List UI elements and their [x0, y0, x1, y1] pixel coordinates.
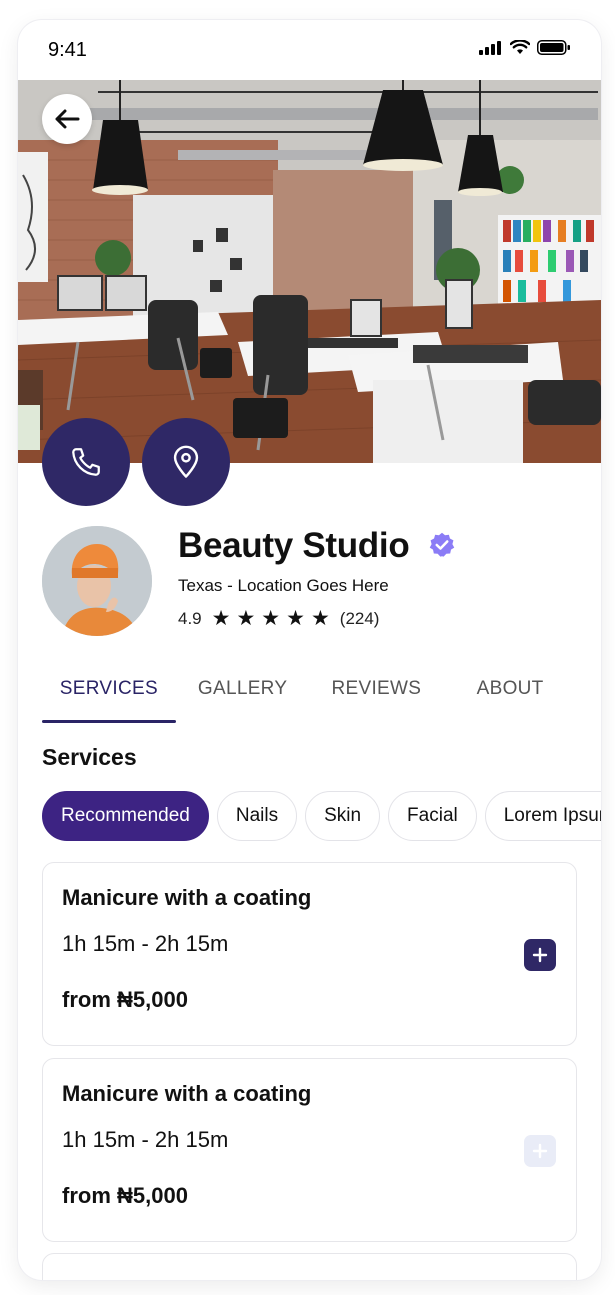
rating-value: 4.9	[178, 608, 202, 628]
phone-screen: 9:41 Beauty Studio Texas - Location Goes…	[18, 20, 601, 1280]
plus-icon	[532, 1143, 548, 1159]
status-icons	[479, 40, 571, 55]
back-button[interactable]	[42, 94, 92, 144]
plus-icon	[532, 947, 548, 963]
star-icon: ★	[236, 607, 256, 630]
verified-badge-icon	[429, 532, 455, 557]
business-location: Texas - Location Goes Here	[178, 576, 389, 595]
star-icon: ★	[286, 607, 305, 630]
hero-image	[18, 80, 601, 463]
call-button[interactable]	[42, 418, 130, 506]
tab-gallery[interactable]: GALLERY	[176, 670, 310, 724]
tab-services[interactable]: SERVICES	[42, 670, 176, 724]
service-title: Manicure with a coating	[62, 885, 312, 910]
service-title: Manicure with a coating	[62, 1081, 312, 1106]
wifi-icon	[510, 40, 530, 54]
service-card-partial[interactable]	[42, 1253, 577, 1280]
star-icon: ★	[261, 607, 281, 630]
service-price: from ₦5,000	[62, 987, 188, 1012]
review-count: (224)	[339, 608, 380, 628]
arrow-left-icon	[55, 109, 80, 129]
chip-facial[interactable]: Facial	[388, 791, 477, 841]
signal-icon	[479, 40, 501, 55]
profile-tabs: SERVICES GALLERY REVIEWS ABOUT	[42, 670, 577, 724]
phone-icon	[72, 448, 100, 476]
rating-stars: ★ ★ ★ ★ ★	[212, 608, 330, 629]
tab-about[interactable]: ABOUT	[443, 670, 577, 724]
rating-row: 4.9 ★ ★ ★ ★ ★ (224)	[178, 608, 379, 629]
service-card[interactable]: Manicure with a coating 1h 15m - 2h 15m …	[42, 862, 577, 1046]
service-card[interactable]: Manicure with a coating 1h 15m - 2h 15m …	[42, 1058, 577, 1242]
battery-icon	[537, 40, 570, 55]
service-duration: 1h 15m - 2h 15m	[62, 1127, 229, 1152]
add-service-button[interactable]	[524, 939, 556, 971]
service-price: from ₦5,000	[62, 1183, 188, 1208]
tab-reviews[interactable]: REVIEWS	[310, 670, 444, 724]
service-duration: 1h 15m - 2h 15m	[62, 931, 229, 956]
chip-nails[interactable]: Nails	[216, 791, 298, 841]
chip-skin[interactable]: Skin	[305, 791, 381, 841]
map-pin-icon	[173, 445, 199, 478]
category-chips: Recommended Nails Skin Facial Lorem Ipsu…	[42, 791, 601, 841]
chip-recommended[interactable]: Recommended	[42, 791, 209, 841]
chip-lorem-ipsum[interactable]: Lorem Ipsum	[484, 791, 601, 841]
star-icon: ★	[310, 607, 330, 630]
business-name: Beauty Studio	[178, 526, 410, 565]
status-bar: 9:41	[18, 20, 601, 80]
status-time: 9:41	[48, 39, 87, 61]
avatar	[42, 526, 152, 636]
add-service-button-disabled[interactable]	[524, 1135, 556, 1167]
star-icon: ★	[211, 607, 231, 630]
active-tab-indicator	[42, 720, 176, 723]
location-button[interactable]	[142, 418, 230, 506]
section-title: Services	[42, 744, 137, 770]
